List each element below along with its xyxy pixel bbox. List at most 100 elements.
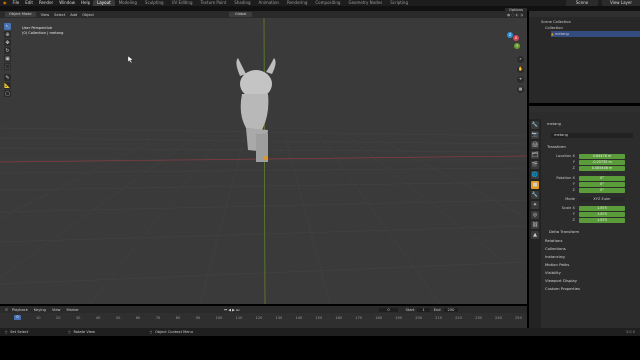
timeline-tick-label: 230 <box>475 316 482 320</box>
status-rotate: Rotate View <box>73 330 95 334</box>
tool-tab-icon[interactable]: 🔧 <box>531 121 539 129</box>
particles-tab-icon[interactable]: ✦ <box>531 201 539 209</box>
menu-select[interactable]: Select <box>54 13 65 17</box>
rotation-x-field[interactable]: 0° <box>579 176 625 181</box>
tool-shelf: ↖ ⊕ ✥ ↻ ▣ ⬚ ✎ 📐 ▢ <box>0 22 11 97</box>
timeline-tick-label: 80 <box>175 316 181 320</box>
panel-visibility[interactable]: Visibility <box>545 270 561 275</box>
rotation-z-field[interactable]: 0° <box>579 188 625 193</box>
scale-x-field[interactable]: 1.875 <box>579 206 625 211</box>
annotate-tool-icon[interactable]: ✎ <box>4 74 11 81</box>
panel-viewport-display[interactable]: Viewport Display <box>545 278 577 283</box>
transform-tool-icon[interactable]: ⬚ <box>4 63 11 70</box>
location-y-field[interactable]: -0.25735 m <box>579 160 625 165</box>
menu-object[interactable]: Object <box>82 13 94 17</box>
panel-motion-paths[interactable]: Motion Paths <box>545 262 569 267</box>
status-context: Object Context Menu <box>155 330 193 334</box>
gizmo-z-axis[interactable]: Z <box>507 32 513 38</box>
location-z-field[interactable]: 0.085446 m <box>579 166 625 171</box>
object-name-field[interactable]: metang <box>551 133 633 138</box>
object-tab-icon[interactable]: ■ <box>531 181 539 189</box>
menu-timeline-view[interactable]: View <box>52 308 61 312</box>
timeline-tick-label: 140 <box>295 316 303 320</box>
playhead[interactable]: 0 <box>14 315 21 320</box>
panel-collections[interactable]: Collections <box>545 246 566 251</box>
object-icon: ▲ <box>551 32 554 36</box>
cursor-tool-icon[interactable]: ⊕ <box>4 31 11 38</box>
physics-tab-icon[interactable]: ◎ <box>531 211 539 219</box>
mouse-right-icon: 🖱 <box>149 330 153 334</box>
scale-label: Scale X <box>561 206 575 210</box>
output-tab-icon[interactable]: 🖨 <box>531 141 539 149</box>
measure-tool-icon[interactable]: 📐 <box>4 82 11 89</box>
menu-playback[interactable]: Playback <box>12 308 28 312</box>
zoom-icon[interactable]: ⌕ <box>517 56 524 63</box>
model-metang[interactable] <box>228 58 288 168</box>
shading-buttons[interactable]: ● ○ ◐ ◑ <box>507 13 523 17</box>
constraints-tab-icon[interactable]: ⛓ <box>531 221 539 229</box>
timeline-tick-label: 240 <box>495 316 502 320</box>
3d-viewport[interactable]: User Perspective (0) Collection | metang… <box>0 18 527 304</box>
properties-search[interactable] <box>529 106 640 112</box>
timeline-tick-label: 150 <box>315 316 323 320</box>
render-tab-icon[interactable]: 📷 <box>531 131 539 139</box>
modifier-tab-icon[interactable]: 🔧 <box>531 191 539 199</box>
panel-relations[interactable]: Relations <box>545 238 562 243</box>
rotation-y-field[interactable]: 0° <box>579 182 625 187</box>
mode-label: Mode <box>565 197 575 201</box>
pan-icon[interactable]: ✋ <box>517 66 524 73</box>
add-cube-icon[interactable]: ▢ <box>4 90 11 97</box>
location-label: Location X <box>556 154 575 158</box>
timeline-tick-label: 70 <box>155 316 161 320</box>
camera-icon[interactable]: ⌖ <box>517 76 524 83</box>
scale-z-field[interactable]: 1.875 <box>579 218 625 223</box>
outliner-object-metang[interactable]: ▲ metang <box>551 31 640 37</box>
panel-instancing[interactable]: Instancing <box>545 254 565 259</box>
mouse-cursor-icon <box>128 56 133 63</box>
start-frame-field[interactable]: 1 <box>417 307 430 312</box>
orientation-dropdown[interactable]: Global <box>228 12 253 17</box>
timeline-tick-label: 160 <box>335 316 343 320</box>
gizmo-y-axis[interactable]: Y <box>514 43 520 49</box>
current-frame-field[interactable]: 0 <box>379 307 398 312</box>
timeline-tick-label: 130 <box>275 316 283 320</box>
timeline[interactable]: 0 10 20 30 40 50 60 70 80 90 100 110 120 130 140 150 160… <box>0 313 527 328</box>
gizmo-x-axis[interactable]: X <box>513 35 519 41</box>
rotate-tool-icon[interactable]: ↻ <box>4 47 11 54</box>
timeline-tick-label: 190 <box>395 316 403 320</box>
rotation-mode-dropdown[interactable]: XYZ Euler <box>579 197 625 202</box>
view-overlay-title: User Perspective <box>22 26 53 30</box>
timeline-tick-label: 50 <box>115 316 121 320</box>
navigation-gizmo[interactable]: X Z Y <box>498 32 522 56</box>
transform-panel-title[interactable]: Transform <box>547 144 566 149</box>
mode-dropdown[interactable]: Object Mode <box>5 12 36 17</box>
menu-add[interactable]: Add <box>70 13 77 17</box>
move-tool-icon[interactable]: ✥ <box>4 39 11 46</box>
timeline-tick-label: 250 <box>515 316 522 320</box>
timeline-editor-icon[interactable]: ⏱ <box>5 308 8 312</box>
panel-custom-properties[interactable]: Custom Properties <box>545 286 580 291</box>
data-tab-icon[interactable]: ▲ <box>531 231 539 239</box>
timeline-tick-label: 10 <box>35 316 41 320</box>
properties-object-name: metang <box>547 122 561 126</box>
scale-tool-icon[interactable]: ▣ <box>4 55 11 62</box>
options-dropdown[interactable]: Options <box>505 7 527 12</box>
menu-marker[interactable]: Marker <box>66 308 78 312</box>
menu-view[interactable]: View <box>41 13 50 17</box>
end-frame-field[interactable]: 250 <box>443 307 459 312</box>
timeline-tick-label: 180 <box>375 316 383 320</box>
timeline-tick-label: 40 <box>95 316 101 320</box>
location-x-field[interactable]: 0.64478 m <box>579 154 625 159</box>
menu-keying[interactable]: Keying <box>34 308 46 312</box>
select-tool-icon[interactable]: ↖ <box>4 23 11 30</box>
grid-icon[interactable]: ▦ <box>517 86 524 93</box>
scene-tab-icon[interactable]: 🎬 <box>531 161 539 169</box>
world-tab-icon[interactable]: 🌐 <box>531 171 539 179</box>
scale-y-field[interactable]: 1.875 <box>579 212 625 217</box>
playback-controls[interactable]: ⏮ ◀ ▶ ⏭ <box>224 308 239 312</box>
timeline-tick-label: 170 <box>355 316 363 320</box>
mouse-left-icon: 🖱 <box>5 330 8 334</box>
view-layer-tab-icon[interactable]: 🗂 <box>531 151 539 159</box>
timeline-tick-label: 60 <box>135 316 141 320</box>
delta-transform-panel[interactable]: Delta Transform <box>549 229 579 234</box>
